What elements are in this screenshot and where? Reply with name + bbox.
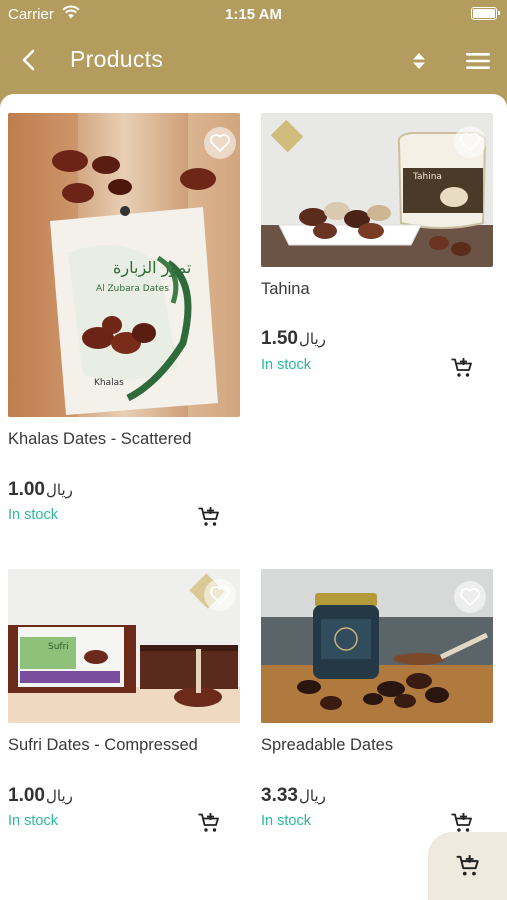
svg-text:تمور الزبارة: تمور الزبارة [113, 258, 191, 278]
product-card[interactable]: تمور الزبارة Al Zubara Dates Khalas Khal… [8, 113, 240, 533]
navigation-bar: Products [0, 30, 507, 92]
svg-text:Sufri: Sufri [48, 642, 69, 652]
product-image[interactable]: تمور الزبارة Al Zubara Dates Khalas [8, 113, 240, 417]
product-name[interactable]: Tahina [261, 280, 310, 299]
stock-status: In stock [261, 813, 311, 829]
product-price: 3.33ريال [261, 785, 326, 807]
currency-label: ريال [298, 331, 326, 348]
currency-label: ريال [45, 482, 73, 499]
svg-text:Khalas: Khalas [94, 378, 124, 388]
product-price: 1.50ريال [261, 328, 326, 350]
page-title: Products [70, 46, 164, 72]
price-value: 3.33 [261, 785, 298, 806]
add-to-cart-icon [456, 855, 479, 876]
currency-label: ريال [298, 788, 326, 805]
product-name[interactable]: Khalas Dates - Scattered [8, 430, 191, 449]
add-to-cart-icon [451, 358, 472, 377]
menu-button[interactable] [462, 47, 494, 75]
product-name[interactable]: Sufri Dates - Compressed [8, 736, 198, 755]
hamburger-menu-icon [466, 53, 490, 69]
product-card[interactable]: Tahina Tahina 1.50ريال In stock [261, 113, 493, 383]
product-card[interactable]: Spreadable Dates 3.33ريال In stock [261, 569, 493, 839]
chevron-left-icon [22, 49, 35, 71]
product-grid: تمور الزبارة Al Zubara Dates Khalas Khal… [0, 94, 507, 900]
back-button[interactable] [14, 45, 44, 75]
favorite-button[interactable] [454, 126, 486, 158]
currency-label: ريال [45, 788, 73, 805]
product-card[interactable]: Sufri Sufri Dates - Compressed 1.00ريال … [8, 569, 240, 839]
add-to-cart-button[interactable] [450, 356, 474, 380]
add-to-cart-button[interactable] [197, 505, 221, 529]
sort-icon [413, 53, 425, 69]
heart-outline-icon [460, 133, 480, 151]
battery-icon [471, 7, 500, 20]
product-price: 1.00ريال [8, 785, 73, 807]
favorite-button[interactable] [204, 127, 236, 159]
add-to-cart-icon [198, 813, 219, 832]
price-value: 1.00 [8, 785, 45, 806]
heart-outline-icon [210, 586, 230, 604]
clock: 1:15 AM [225, 6, 282, 23]
add-to-cart-icon [198, 507, 219, 526]
stock-status: In stock [261, 357, 311, 373]
product-name[interactable]: Spreadable Dates [261, 736, 393, 755]
price-value: 1.00 [8, 479, 45, 500]
stock-status: In stock [8, 813, 58, 829]
svg-text:Al Zubara Dates: Al Zubara Dates [96, 284, 169, 294]
heart-outline-icon [460, 588, 480, 606]
favorite-button[interactable] [454, 581, 486, 613]
stock-status: In stock [8, 507, 58, 523]
cart-button[interactable] [428, 832, 507, 900]
favorite-button[interactable] [204, 579, 236, 611]
sort-button[interactable] [406, 47, 432, 75]
svg-text:Tahina: Tahina [412, 172, 442, 182]
price-value: 1.50 [261, 328, 298, 349]
add-to-cart-button[interactable] [197, 811, 221, 835]
heart-outline-icon [210, 134, 230, 152]
product-price: 1.00ريال [8, 479, 73, 501]
status-bar: Carrier 1:15 AM [0, 0, 507, 30]
